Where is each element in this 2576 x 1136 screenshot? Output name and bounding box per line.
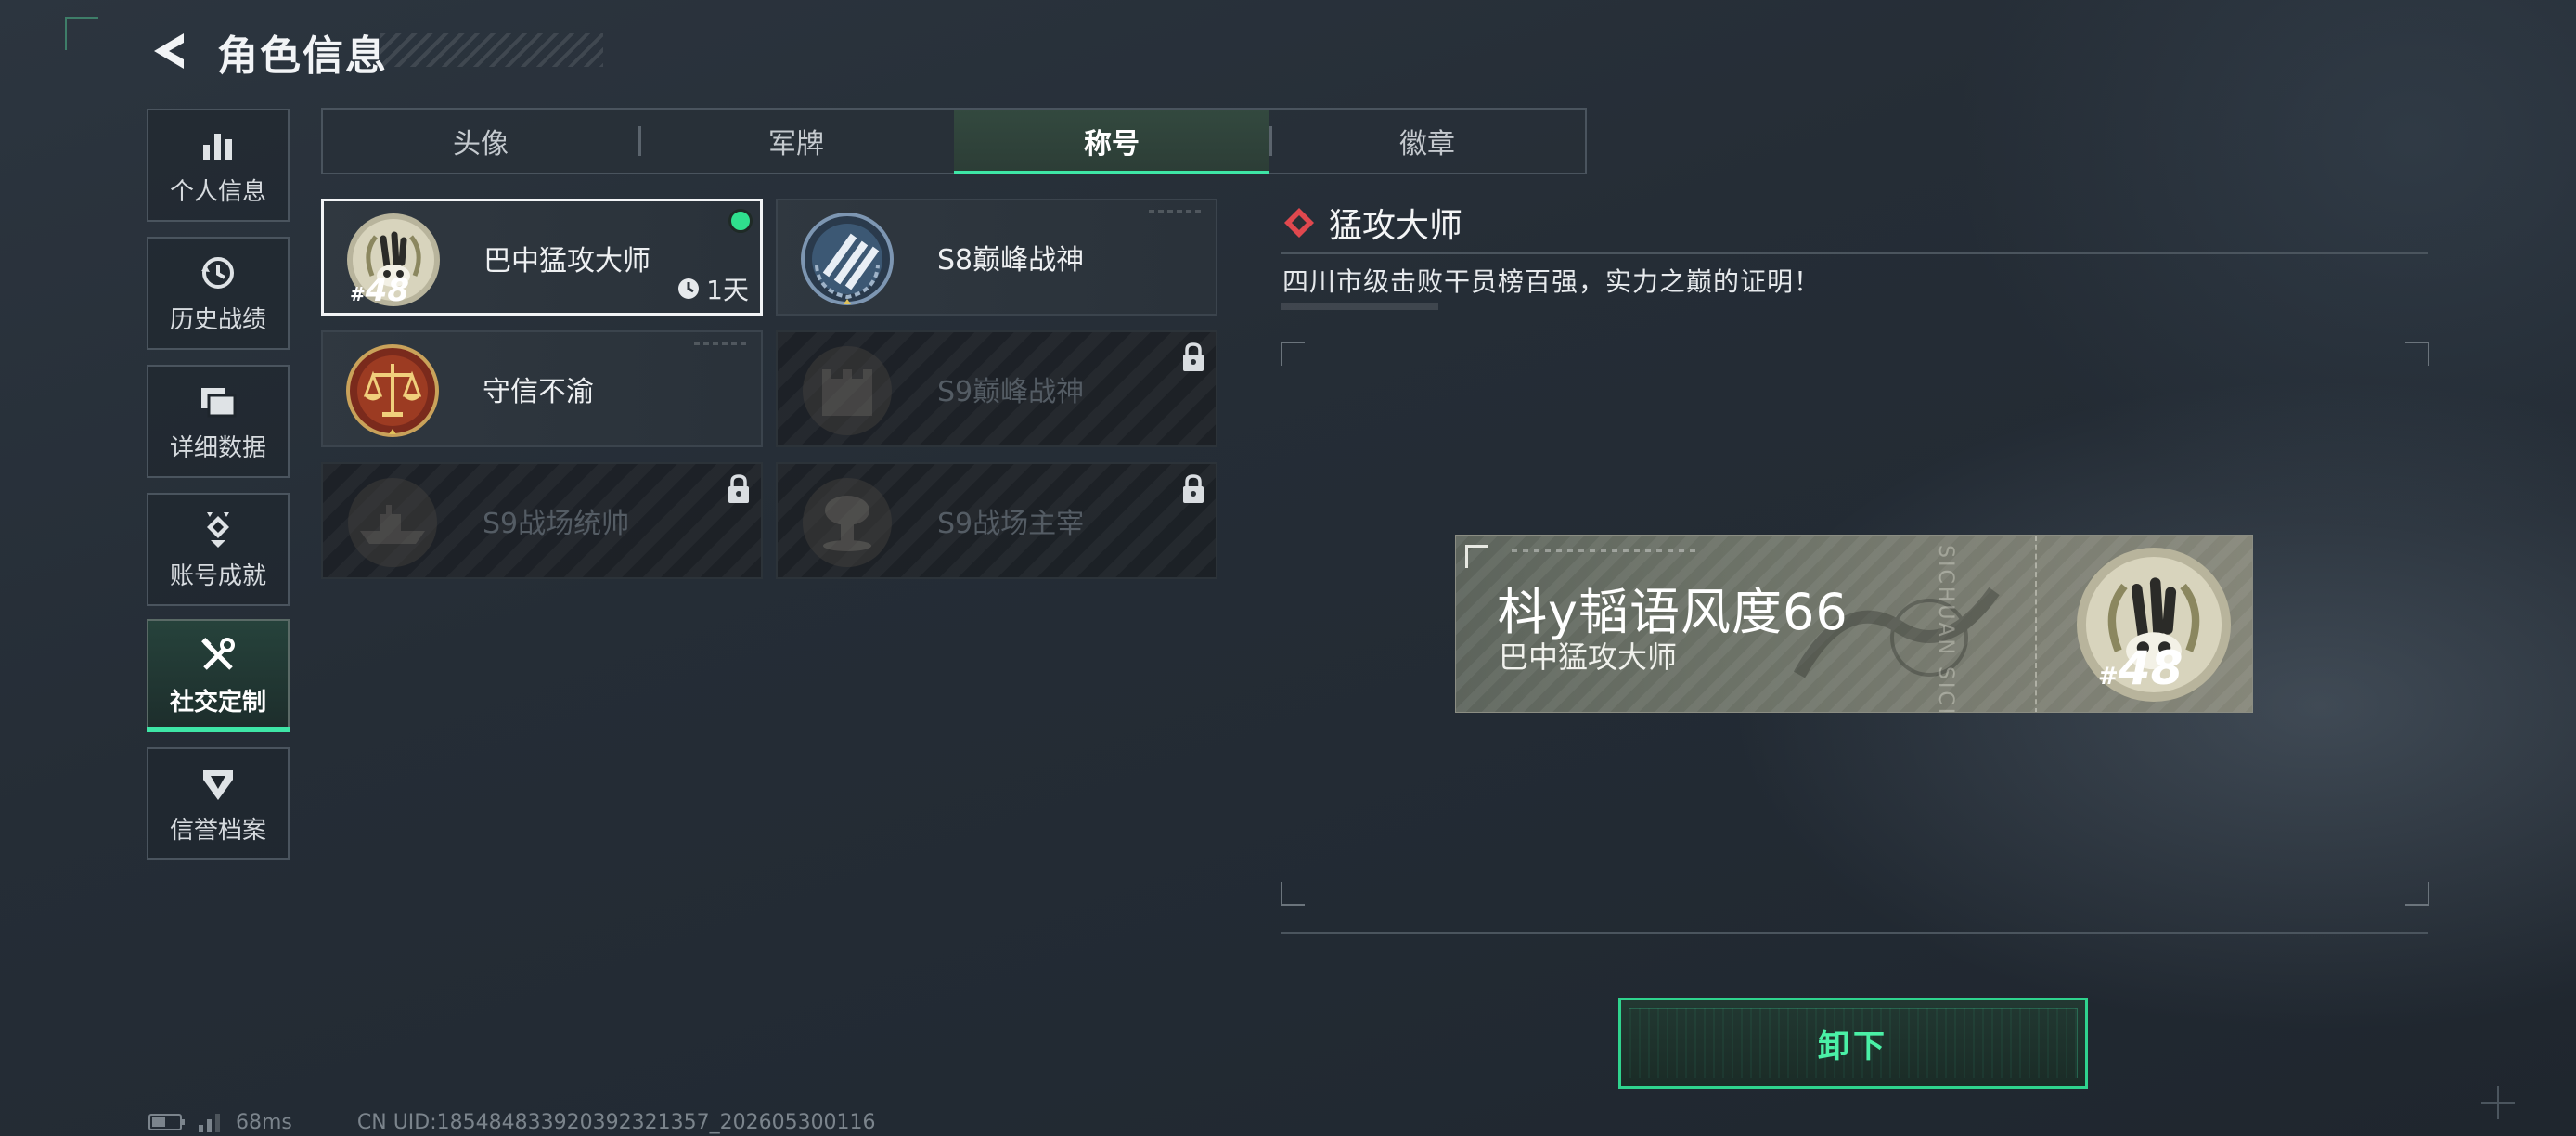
title-card-s8-war-god[interactable]: S8巅峰战神 bbox=[776, 199, 1217, 316]
clock-icon bbox=[678, 278, 700, 299]
title-name: 守信不渝 bbox=[483, 376, 594, 408]
player-title: 巴中猛攻大师 bbox=[1499, 639, 1678, 675]
title-decoration bbox=[380, 33, 603, 67]
title-name: 巴中猛攻大师 bbox=[483, 245, 650, 278]
unequip-button[interactable]: 卸下 bbox=[1618, 998, 2088, 1089]
plate-level: #48 bbox=[2098, 641, 2183, 695]
title-card-s9-commander[interactable]: S9战场统帅 bbox=[321, 462, 763, 579]
preview-frame-corner bbox=[1281, 882, 1305, 906]
fortress-emblem-icon bbox=[803, 346, 892, 435]
nav-label: 个人信息 bbox=[169, 177, 266, 206]
back-arrow-icon bbox=[154, 33, 184, 69]
title-name: S9巅峰战神 bbox=[937, 376, 1085, 408]
warship-emblem-icon bbox=[348, 478, 437, 567]
page-title: 角色信息 bbox=[217, 32, 388, 80]
bar-chart-icon bbox=[203, 133, 232, 160]
ping-label: 68ms bbox=[236, 1110, 292, 1134]
tab-title[interactable]: 称号 bbox=[954, 110, 1269, 174]
plate-decoration bbox=[1512, 549, 1697, 552]
equipped-indicator bbox=[728, 209, 753, 233]
laurel-stripes-emblem-icon bbox=[801, 213, 894, 305]
description-decoration bbox=[1281, 303, 1438, 310]
title-card-s9-war-god[interactable]: S9巅峰战神 bbox=[776, 330, 1217, 447]
nameplate-preview: SICHUAN SICHUAN 枓y韬语风度66 巴中猛攻大师 #48 bbox=[1455, 535, 2253, 713]
tab-dog-tag[interactable]: 军牌 bbox=[638, 110, 954, 173]
lock-icon bbox=[728, 474, 749, 503]
credit-shield-icon bbox=[203, 769, 233, 800]
diamond-marker-icon bbox=[1284, 208, 1314, 238]
plate-corner-mark bbox=[1465, 545, 1488, 568]
battery-icon bbox=[148, 1114, 185, 1130]
card-decoration bbox=[694, 342, 750, 345]
nav-credit-record[interactable]: 信誉档案 bbox=[147, 747, 290, 860]
corner-frame-mark bbox=[65, 17, 98, 50]
nav-social-custom[interactable]: 社交定制 bbox=[147, 619, 290, 732]
title-name: S9战场主宰 bbox=[937, 508, 1085, 540]
plate-ticket-line bbox=[2035, 536, 2039, 712]
customization-tabs: 头像 军牌 称号 徽章 bbox=[321, 108, 1587, 174]
lock-icon bbox=[1183, 342, 1204, 371]
title-card-s9-dominator[interactable]: S9战场主宰 bbox=[776, 462, 1217, 579]
title-name: S8巅峰战神 bbox=[937, 244, 1085, 277]
nav-label: 详细数据 bbox=[169, 433, 266, 462]
preview-frame-corner bbox=[2405, 882, 2429, 906]
nav-detailed-data[interactable]: 详细数据 bbox=[147, 365, 290, 478]
nav-personal-info[interactable]: 个人信息 bbox=[147, 109, 290, 222]
tools-icon bbox=[201, 637, 235, 670]
back-button[interactable] bbox=[147, 28, 193, 74]
signal-icon bbox=[199, 1114, 220, 1132]
preview-frame-corner bbox=[2405, 342, 2429, 366]
divider bbox=[1281, 932, 2428, 934]
uid-label: CN UID:18548483392039232135​7_2026053001… bbox=[356, 1110, 876, 1134]
title-card-keep-faith[interactable]: 守信不渝 bbox=[321, 330, 763, 447]
preview-frame-corner bbox=[1281, 342, 1305, 366]
nav-label: 历史战绩 bbox=[169, 305, 266, 334]
status-bar: 68ms CN UID:18548483392039232135​7_20260… bbox=[148, 1110, 876, 1134]
lock-icon bbox=[1183, 474, 1204, 503]
plate-level-value: 48 bbox=[2118, 641, 2183, 695]
title-name: S9战场统帅 bbox=[483, 508, 630, 540]
nav-label: 信誉档案 bbox=[169, 816, 266, 845]
achievement-icon bbox=[207, 511, 229, 548]
history-clock-icon bbox=[201, 256, 234, 289]
tab-badge[interactable]: 徽章 bbox=[1269, 110, 1585, 173]
unequip-label: 卸下 bbox=[1818, 1027, 1888, 1065]
nav-history[interactable]: 历史战绩 bbox=[147, 237, 290, 350]
nav-label: 账号成就 bbox=[169, 562, 266, 590]
folders-icon bbox=[201, 387, 237, 417]
card-decoration bbox=[1149, 210, 1204, 213]
title-timer: 1天 bbox=[676, 270, 749, 307]
title-level-value: 48 bbox=[365, 272, 410, 309]
divider bbox=[1281, 252, 2428, 254]
nav-label: 社交定制 bbox=[169, 688, 266, 716]
nav-achievements[interactable]: 账号成就 bbox=[147, 493, 290, 606]
title-level: #48 bbox=[350, 272, 410, 309]
mushroom-cloud-emblem-icon bbox=[803, 478, 892, 567]
plus-mark-icon bbox=[2481, 1086, 2515, 1119]
title-card-bazhong-master[interactable]: #48 巴中猛攻大师 1天 bbox=[321, 199, 763, 316]
detail-title: 猛攻大师 bbox=[1329, 207, 1463, 245]
timer-label: 1天 bbox=[706, 275, 749, 305]
tab-avatar[interactable]: 头像 bbox=[323, 110, 638, 173]
detail-description: 四川市级击败干员榜百强，实力之巅的证明！ bbox=[1282, 266, 1822, 297]
justice-scale-emblem-icon bbox=[346, 344, 439, 437]
plate-vertical-text: SICHUAN SICHUAN bbox=[1934, 545, 1957, 713]
